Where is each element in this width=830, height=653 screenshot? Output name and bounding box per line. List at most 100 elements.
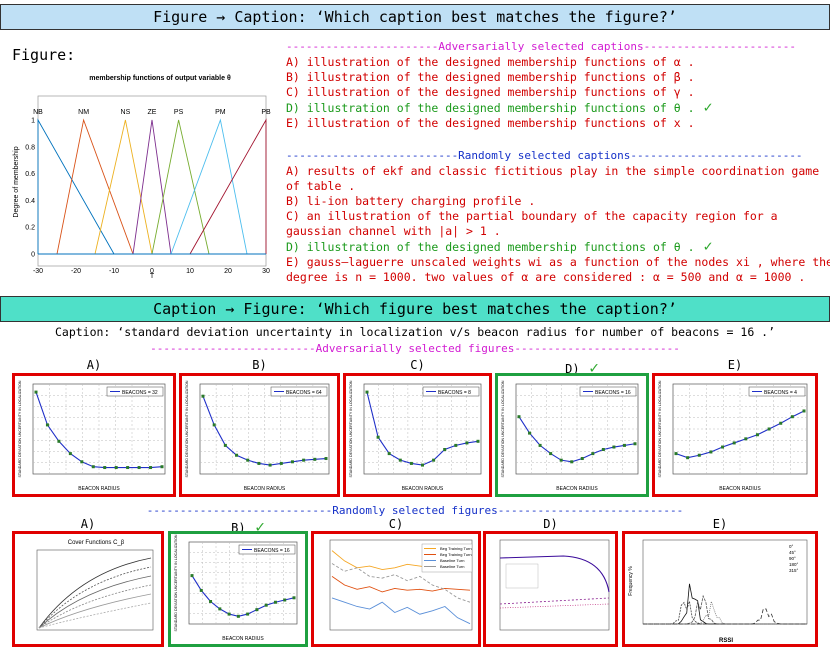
adversarial-caption-e[interactable]: E) illustration of the designed membersh…	[286, 116, 713, 131]
beacon-plot: BEACONS = 4 BEACON RADIUS STANDARD DEVIATI…	[658, 380, 808, 492]
legend-label: Beg Training Turn	[440, 546, 472, 551]
x-axis-label: BEACON RADIUS	[556, 486, 598, 492]
random-figure-option-a[interactable]: Cover Functions C_β	[12, 531, 164, 647]
beacon-plot: BEACONS = 64 BEACON RADIUS STANDARD DEVIAT…	[185, 380, 330, 492]
series-marker	[476, 439, 480, 443]
random-captions-header: --------------------------Randomly selec…	[286, 149, 803, 162]
series-marker	[591, 452, 595, 456]
random-caption-line[interactable]: of table .	[286, 179, 830, 194]
y-tick-label: 0.8	[25, 144, 35, 151]
series-marker	[218, 607, 222, 611]
adversarial-captions-header: -----------------------Adversarially sel…	[286, 40, 796, 53]
series-marker	[283, 598, 287, 602]
legend-label: BEACONS = 8	[438, 390, 471, 396]
series-marker	[246, 458, 250, 462]
adversarial-figure-option-b[interactable]: BEACONS = 64 BEACON RADIUS STANDARD DEVIAT…	[179, 373, 340, 497]
x-axis-label: BEACON RADIUS	[719, 486, 761, 492]
x-tick-label: -30	[33, 268, 43, 275]
x-tick-label: 20	[224, 268, 232, 275]
legend: BEACONS = 16	[579, 386, 637, 397]
random-figure-label: E)	[712, 517, 728, 531]
y-axis-label: STANDARD DEVIATION UNCERTAINTY IN LOCALI…	[174, 534, 178, 631]
figure-to-caption-banner: Figure → Caption: ‘Which caption best ma…	[0, 4, 830, 30]
thumbnail-plot: Beg Training TurnBeg Training TurnBaseli…	[329, 539, 473, 631]
random-caption-line[interactable]: E) gauss–laguerre unscaled weights wi as…	[286, 255, 830, 270]
y-axis-label: Degree of membership	[13, 146, 20, 217]
random-figure-option-c[interactable]: Beg Training Turn Beg Training Turn Baseli…	[311, 531, 481, 647]
series-marker	[264, 603, 268, 607]
random-caption-line[interactable]: A) results of ekf and classic fictitious…	[286, 164, 830, 179]
random-figure-option-e[interactable]: 0° 45° 90° 180° 315° RSSI Frequency %	[622, 531, 818, 647]
series-marker	[201, 394, 205, 398]
adversarial-captions-list: A) illustration of the designed membersh…	[286, 55, 713, 131]
legend-label: Baseline Turn	[440, 558, 464, 563]
y-axis-label: STANDARD DEVIATION UNCERTAINTY IN LOCALI…	[349, 380, 353, 477]
x-tick-label: -20	[71, 268, 81, 275]
random-caption-line[interactable]: gaussian channel with |a| > 1 .	[286, 224, 830, 239]
y-tick-label: 0	[31, 252, 35, 259]
series-marker	[91, 465, 95, 469]
series-marker	[409, 461, 413, 465]
x-axis-label: BEACON RADIUS	[402, 486, 444, 492]
random-caption-line[interactable]: C) an illustration of the partial bounda…	[286, 209, 830, 224]
figure-label: Figure:	[12, 46, 76, 64]
legend-label: BEACONS = 32	[122, 390, 158, 396]
adversarial-caption-c[interactable]: C) illustration of the designed membersh…	[286, 85, 713, 100]
adversarial-figure-option-e[interactable]: BEACONS = 4 BEACON RADIUS STANDARD DEVIATI…	[652, 373, 818, 497]
series-marker	[68, 452, 72, 456]
legend: BEACONS = 8	[422, 386, 480, 397]
series-marker	[57, 439, 61, 443]
series-marker	[732, 441, 736, 445]
membership-function-chart: membership functions of output variable …	[13, 75, 271, 280]
y-axis-label: STANDARD DEVIATION UNCERTAINTY IN LOCALI…	[658, 380, 662, 477]
adversarial-figure-option-c[interactable]: BEACONS = 8 BEACON RADIUS STANDARD DEVIATI…	[343, 373, 492, 497]
random-figure-option-b[interactable]: BEACONS = 16 BEACON RADIUS STANDARD DEVIAT…	[168, 531, 308, 647]
adversarial-caption-a[interactable]: A) illustration of the designed membersh…	[286, 55, 713, 70]
adversarial-caption-d[interactable]: D) illustration of the designed membersh…	[286, 100, 713, 116]
series-marker	[257, 461, 261, 465]
random-caption-line[interactable]: B) li-ion battery charging profile .	[286, 194, 830, 209]
series-marker	[199, 588, 203, 592]
series-marker	[149, 466, 153, 470]
adversarial-figure-option-a[interactable]: BEACONS = 32 BEACON RADIUS STANDARD DEVIAT…	[12, 373, 176, 497]
set-label: NB	[33, 109, 43, 116]
x-tick-label: -10	[109, 268, 119, 275]
series-marker	[313, 457, 317, 461]
legend-label: BEACONS = 16	[595, 390, 631, 396]
adversarial-figure-option-d[interactable]: BEACONS = 16 BEACON RADIUS STANDARD DEVIAT…	[495, 373, 649, 497]
chart-title: membership functions of output variable …	[89, 75, 231, 82]
series-marker	[465, 441, 469, 445]
series-marker	[767, 427, 771, 431]
x-tick-label: 30	[262, 268, 270, 275]
series-marker	[209, 600, 213, 603]
set-label: NM	[78, 109, 89, 116]
legend-label: Baseline Turn	[440, 564, 464, 569]
series-marker	[103, 466, 107, 470]
random-caption-line[interactable]: degree is n = 1000. two values of α are …	[286, 270, 830, 285]
set-label: ZE	[148, 109, 157, 116]
beacon-plot: BEACONS = 16 BEACON RADIUS STANDARD DEVIAT…	[501, 380, 639, 492]
series-marker	[279, 461, 283, 465]
adversarial-figure-label: E)	[727, 358, 743, 372]
series-marker	[633, 442, 637, 446]
adversarial-caption-b[interactable]: B) illustration of the designed membersh…	[286, 70, 713, 85]
series-marker	[273, 600, 277, 604]
legend-label: 180°	[789, 562, 799, 567]
x-axis-label: BEACON RADIUS	[222, 636, 264, 642]
random-caption-line[interactable]: D) illustration of the designed membersh…	[286, 239, 830, 255]
random-figure-option-d[interactable]	[483, 531, 618, 647]
series-marker	[421, 463, 424, 467]
series-marker	[674, 452, 678, 456]
series-marker	[755, 433, 759, 437]
series-marker	[744, 437, 748, 441]
thumbnail-plot: 0°45°90°180°315° RSSI Frequency %	[628, 539, 808, 644]
query-caption: Caption: ‘standard deviation uncertainty…	[54, 325, 776, 339]
series-marker	[137, 466, 141, 470]
series-marker	[223, 443, 227, 447]
set-label: NS	[121, 109, 131, 116]
set-label: PB	[261, 109, 271, 116]
legend-label: 45°	[789, 550, 796, 555]
series-marker	[160, 465, 164, 469]
series-marker	[549, 452, 553, 456]
legend-label: 315°	[789, 568, 799, 573]
